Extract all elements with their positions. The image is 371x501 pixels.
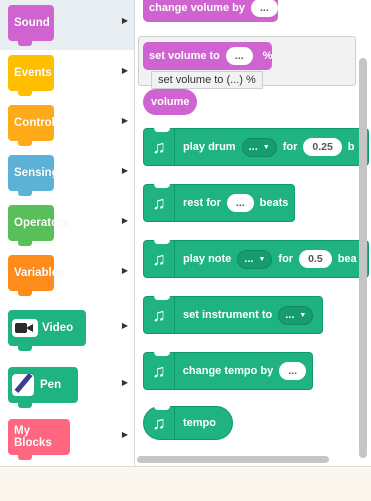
chevron-right-icon: ▶: [121, 116, 128, 125]
instrument-dropdown[interactable]: ... ▼: [278, 305, 314, 325]
play-note-for: for: [278, 253, 294, 265]
video-camera-icon: [12, 319, 38, 337]
music-note-icon: ♫: [144, 296, 175, 334]
rest-for-tail: beats: [259, 197, 289, 209]
set-volume-label: set volume to: [149, 50, 220, 62]
drum-dropdown-value: ...: [248, 140, 258, 153]
category-operators[interactable]: Operators ▶: [0, 200, 134, 250]
chevron-right-icon: ▶: [121, 16, 128, 25]
set-volume-block[interactable]: set volume to ... %: [143, 42, 272, 70]
tempo-label: tempo: [183, 417, 216, 429]
category-video[interactable]: Video ▶: [0, 305, 134, 355]
category-variables[interactable]: Variables ▶: [0, 250, 134, 300]
category-control-label: Control: [8, 105, 55, 146]
category-sensing[interactable]: Sensing ▶: [0, 150, 134, 200]
set-volume-input[interactable]: ...: [225, 47, 253, 65]
category-sensing-label: Sensing: [8, 155, 59, 196]
chevron-right-icon: ▶: [121, 66, 128, 75]
drum-beats-input[interactable]: 0.25: [303, 138, 342, 156]
rest-for-label: rest for: [183, 197, 221, 209]
category-sound[interactable]: Sound ▶: [0, 0, 134, 50]
tempo-reporter[interactable]: ♫ tempo: [143, 406, 233, 440]
category-control[interactable]: Control ▶: [0, 100, 134, 150]
chevron-right-icon: ▶: [121, 216, 128, 225]
note-beats-input[interactable]: 0.5: [299, 250, 332, 268]
set-instrument-label: set instrument to: [183, 309, 273, 321]
drum-dropdown[interactable]: ... ▼: [241, 137, 277, 157]
horizontal-scrollbar[interactable]: [137, 456, 329, 463]
vertical-scrollbar[interactable]: [359, 58, 367, 458]
play-drum-block[interactable]: ♫ play drum ... ▼ for 0.25 b: [143, 128, 369, 166]
music-note-icon: ♫: [144, 128, 175, 166]
change-volume-label: change volume by: [149, 2, 245, 14]
category-my-blocks-label: My Blocks: [8, 419, 70, 460]
rest-for-block[interactable]: ♫ rest for ... beats: [143, 184, 295, 222]
chevron-right-icon: ▶: [121, 266, 128, 275]
volume-label: volume: [151, 96, 190, 108]
change-tempo-block[interactable]: ♫ change tempo by ...: [143, 352, 313, 390]
note-dropdown[interactable]: ... ▼: [237, 249, 273, 269]
chevron-right-icon: ▶: [121, 430, 128, 439]
chevron-right-icon: ▶: [121, 321, 128, 330]
chevron-right-icon: ▶: [121, 166, 128, 175]
bottom-divider: [0, 466, 371, 467]
change-volume-input[interactable]: ...: [250, 0, 278, 17]
play-note-block[interactable]: ♫ play note ... ▼ for 0.5 bea: [143, 240, 369, 278]
tempo-change-input[interactable]: ...: [279, 362, 306, 380]
play-drum-for: for: [282, 141, 298, 153]
block-tooltip: set volume to (...) %: [151, 71, 263, 89]
category-events-label: Events: [8, 55, 54, 96]
category-sidebar: Sound ▶ Events ▶ Control ▶ Sensing ▶ Ope…: [0, 0, 135, 466]
dropdown-arrow-icon: ▼: [258, 255, 266, 263]
chevron-right-icon: ▶: [121, 378, 128, 387]
play-drum-label: play drum: [183, 141, 236, 153]
play-note-tail: bea: [337, 253, 357, 265]
change-tempo-label: change tempo by: [182, 365, 274, 377]
category-pen-label: Pen: [40, 379, 62, 391]
music-note-icon: ♫: [144, 240, 175, 278]
dropdown-arrow-icon: ▼: [299, 311, 307, 319]
dropdown-arrow-icon: ▼: [262, 143, 270, 151]
category-video-block: Video: [8, 310, 86, 351]
pen-icon: [12, 374, 34, 396]
category-operators-label: Operators: [8, 205, 69, 246]
play-drum-tail: b: [347, 141, 355, 153]
instrument-dropdown-value: ...: [285, 308, 295, 321]
change-volume-block[interactable]: change volume by ...: [143, 0, 278, 22]
volume-reporter[interactable]: volume: [143, 89, 197, 115]
set-instrument-block[interactable]: ♫ set instrument to ... ▼: [143, 296, 323, 334]
note-dropdown-value: ...: [244, 252, 254, 265]
category-events[interactable]: Events ▶: [0, 50, 134, 100]
scratch-block-palette: Sound ▶ Events ▶ Control ▶ Sensing ▶ Ope…: [0, 0, 371, 466]
music-note-icon: ♫: [144, 184, 175, 222]
music-note-icon: ♫: [144, 352, 175, 390]
rest-beats-input[interactable]: ...: [226, 194, 254, 212]
category-video-label: Video: [42, 322, 74, 334]
category-pen-block: Pen: [8, 367, 78, 408]
category-variables-label: Variables: [8, 255, 65, 296]
category-my-blocks[interactable]: My Blocks ▶: [0, 414, 134, 464]
music-note-icon: ♫: [144, 406, 175, 440]
category-sound-label: Sound: [8, 5, 54, 46]
play-note-label: play note: [183, 253, 232, 265]
category-pen[interactable]: Pen ▶: [0, 362, 134, 412]
set-volume-percent: %: [262, 50, 273, 62]
